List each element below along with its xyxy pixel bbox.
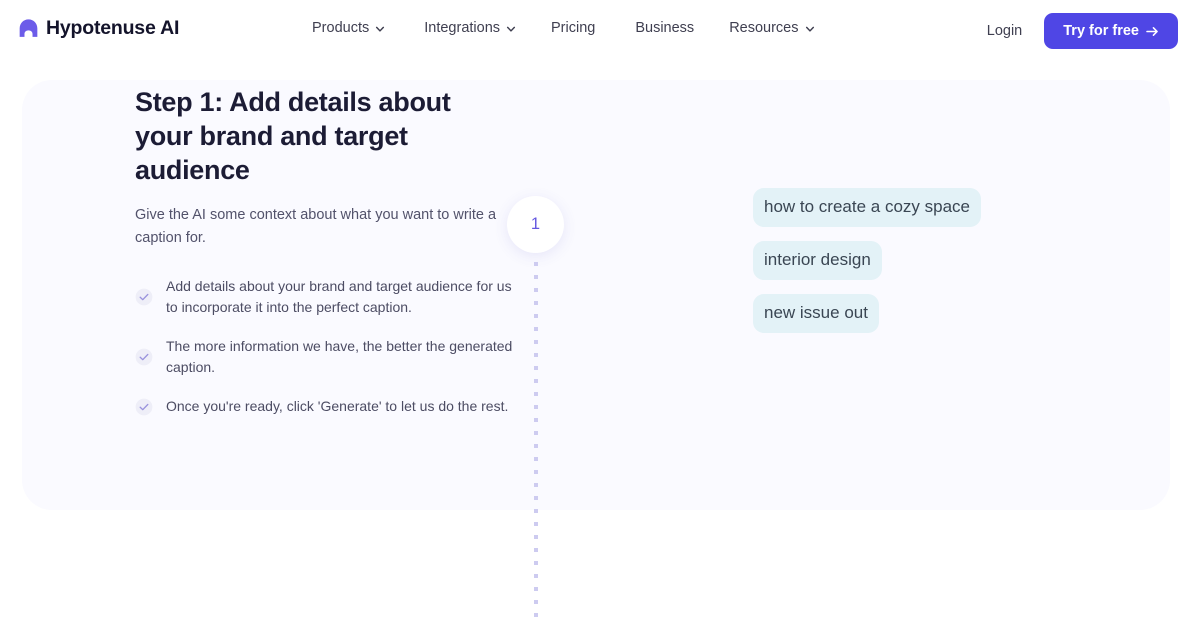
check-circle-icon (135, 348, 153, 366)
nav-item-label: Pricing (551, 20, 596, 36)
chip-row: interior design (753, 241, 1093, 294)
nav-item-business[interactable]: Business (635, 20, 694, 36)
step-number: 1 (530, 215, 541, 233)
step-info-column: Step 1: Add details about your brand and… (135, 85, 555, 417)
step-panel: Step 1: Add details about your brand and… (22, 80, 1170, 622)
try-for-free-button[interactable]: Try for free (1044, 13, 1178, 49)
nav-item-label: Integrations (424, 20, 501, 36)
check-circle-icon (135, 288, 153, 306)
page-title: Step 1: Add details about your brand and… (135, 87, 451, 185)
chip-row: new issue out (753, 294, 1093, 347)
nav-item-integrations[interactable]: Integrations (424, 20, 516, 36)
nav-item-label: Resources (729, 20, 799, 36)
timeline-dotted-line (533, 262, 538, 622)
main-nav: Products Integrations Pricing Business R… (312, 20, 815, 36)
checklist: Add details about your brand and target … (135, 276, 555, 417)
list-item-label: Once you're ready, click 'Generate' to l… (166, 398, 509, 414)
step-timeline: 1 (495, 196, 575, 622)
chevron-down-icon (506, 26, 516, 32)
arrow-right-icon (1146, 26, 1158, 36)
try-for-free-label: Try for free (1063, 23, 1139, 39)
site-header: Hypotenuse AI Products Integrations Pric… (0, 0, 1200, 62)
nav-item-label: Products (312, 20, 370, 36)
list-item: The more information we have, the better… (135, 336, 555, 378)
list-item: Add details about your brand and target … (135, 276, 555, 318)
header-actions: Login Try for free (987, 13, 1178, 49)
caption-chip[interactable]: how to create a cozy space (753, 188, 981, 227)
login-link[interactable]: Login (987, 23, 1022, 39)
caption-chip[interactable]: interior design (753, 241, 882, 280)
check-circle-icon (135, 398, 153, 415)
step-subtitle: Give the AI some context about what you … (135, 207, 497, 246)
nav-item-label: Business (635, 20, 695, 36)
list-item: Once you're ready, click 'Generate' to l… (135, 396, 555, 417)
brand-logo[interactable]: Hypotenuse AI (18, 17, 179, 40)
list-item-label: Add details about your brand and target … (166, 278, 512, 315)
arch-logo-icon (19, 19, 38, 37)
step-number-badge: 1 (507, 196, 564, 253)
nav-item-products[interactable]: Products (312, 20, 385, 36)
chevron-down-icon (376, 26, 385, 32)
nav-item-pricing[interactable]: Pricing (551, 20, 595, 36)
caption-chip[interactable]: new issue out (753, 294, 879, 333)
nav-item-resources[interactable]: Resources (729, 20, 814, 36)
caption-suggestions: how to create a cozy space interior desi… (753, 188, 1093, 347)
brand-name: Hypotenuse AI (46, 17, 180, 39)
list-item-label: The more information we have, the better… (166, 338, 513, 375)
chip-row: how to create a cozy space (753, 188, 1093, 241)
chevron-down-icon (805, 26, 814, 32)
